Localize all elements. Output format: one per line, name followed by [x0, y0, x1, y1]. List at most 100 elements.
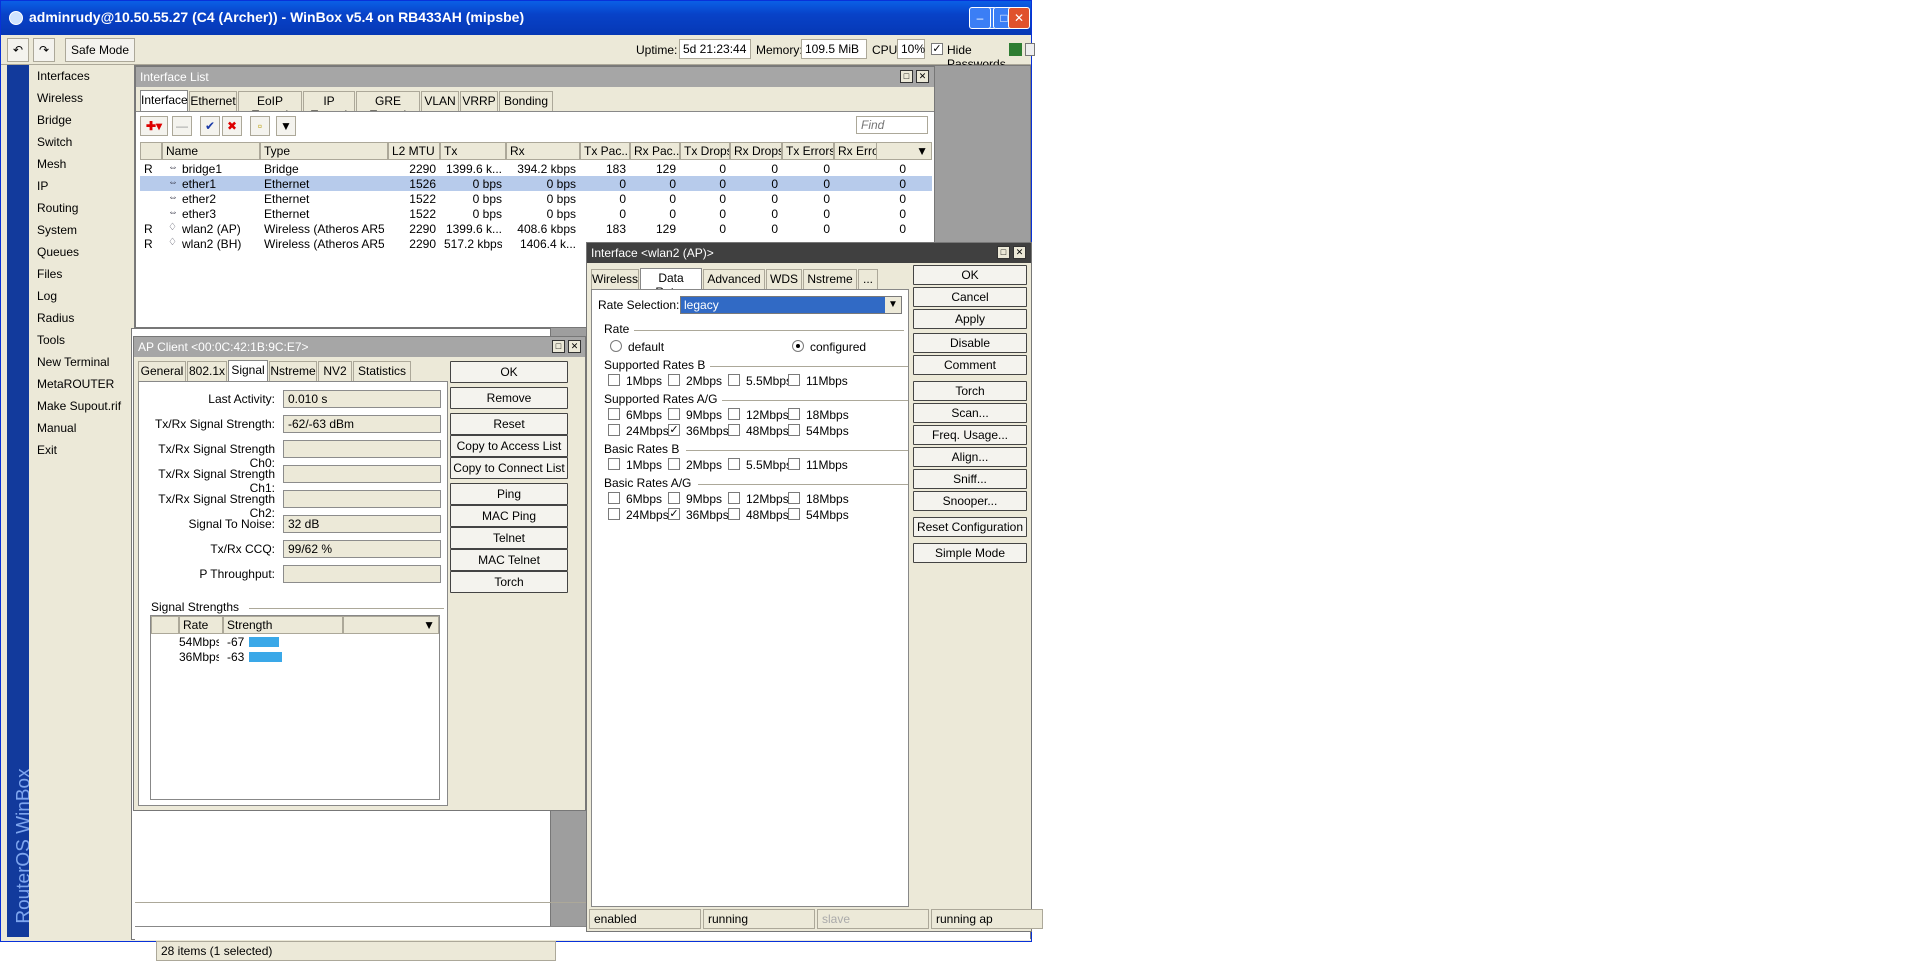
- comment-button[interactable]: Comment: [913, 355, 1027, 375]
- table-row[interactable]: ⇔ ether3 Ethernet 1522 0 bps 0 bps 0 0 0 0 0 0: [140, 206, 932, 221]
- hide-passwords-checkbox[interactable]: ✓: [931, 43, 943, 55]
- col-tx[interactable]: Tx: [440, 142, 506, 160]
- rate-checkbox[interactable]: [668, 458, 680, 470]
- rate-checkbox[interactable]: [608, 408, 620, 420]
- tab-signal[interactable]: Signal: [228, 360, 268, 381]
- rate-selection-select[interactable]: legacy ▼: [680, 296, 902, 314]
- rate-checkbox[interactable]: [788, 492, 800, 504]
- filter-icon[interactable]: ▼: [276, 116, 296, 136]
- rate-checkbox[interactable]: [728, 408, 740, 420]
- tab-wireless[interactable]: Wireless: [591, 269, 639, 289]
- col-type[interactable]: Type: [260, 142, 388, 160]
- minimize-btn[interactable]: –: [969, 7, 991, 29]
- mac-ping-button[interactable]: MAC Ping: [450, 505, 568, 527]
- sidebar-item-files[interactable]: Files: [29, 263, 129, 285]
- sidebar-item-bridge[interactable]: Bridge: [29, 109, 129, 131]
- rate-checkbox[interactable]: [728, 458, 740, 470]
- column-dropdown-icon[interactable]: ▼: [876, 142, 932, 160]
- tab-nv2[interactable]: NV2: [318, 361, 352, 381]
- freq-usage-button[interactable]: Freq. Usage...: [913, 425, 1027, 445]
- tab-vrrp[interactable]: VRRP: [460, 91, 498, 111]
- safe-mode-button[interactable]: Safe Mode: [65, 38, 135, 62]
- rate-checkbox[interactable]: [728, 424, 740, 436]
- rate-checkbox[interactable]: [788, 424, 800, 436]
- sidebar-item-log[interactable]: Log: [29, 285, 129, 307]
- telnet-button[interactable]: Telnet: [450, 527, 568, 549]
- comment-icon[interactable]: ▫: [250, 116, 270, 136]
- rate-checkbox[interactable]: [668, 408, 680, 420]
- rate-checkbox[interactable]: [608, 374, 620, 386]
- undo-icon[interactable]: ↶: [7, 38, 29, 62]
- rate-checkbox[interactable]: [788, 408, 800, 420]
- sidebar-item-exit[interactable]: Exit: [29, 439, 129, 461]
- col-tx-drops[interactable]: Tx Drops: [680, 142, 730, 160]
- col-rx-drops[interactable]: Rx Drops: [730, 142, 782, 160]
- add-icon[interactable]: ✚▾: [140, 116, 168, 136]
- tab-gre-tunnel[interactable]: GRE Tunnel: [356, 91, 420, 122]
- rate-checkbox[interactable]: [728, 374, 740, 386]
- col-l2-mtu[interactable]: L2 MTU: [388, 142, 440, 160]
- sidebar-item-new-terminal[interactable]: New Terminal: [29, 351, 129, 373]
- close-button[interactable]: ✕: [1008, 7, 1030, 29]
- mac-telnet-button[interactable]: MAC Telnet: [450, 549, 568, 571]
- sniff-button[interactable]: Sniff...: [913, 469, 1027, 489]
- maximize-icon[interactable]: □: [997, 246, 1010, 259]
- rate-checkbox[interactable]: [608, 424, 620, 436]
- enable-icon[interactable]: ✔: [200, 116, 220, 136]
- apply-button[interactable]: Apply: [913, 309, 1027, 329]
- col-tx-pac[interactable]: Tx Pac...: [580, 142, 630, 160]
- maximize-icon[interactable]: □: [900, 70, 913, 83]
- sidebar-item-queues[interactable]: Queues: [29, 241, 129, 263]
- tab-vlan[interactable]: VLAN: [421, 91, 459, 111]
- rate-configured-radio[interactable]: [792, 340, 804, 352]
- rate-checkbox[interactable]: [788, 508, 800, 520]
- dropdown-arrow-icon[interactable]: ▼: [885, 297, 901, 313]
- col-rx[interactable]: Rx: [506, 142, 580, 160]
- sidebar-item-tools[interactable]: Tools: [29, 329, 129, 351]
- ping-button[interactable]: Ping: [450, 483, 568, 505]
- remove-button[interactable]: Remove: [450, 387, 568, 409]
- disable-icon[interactable]: ✖: [222, 116, 242, 136]
- rate-checkbox[interactable]: [728, 508, 740, 520]
- redo-icon[interactable]: ↷: [33, 38, 55, 62]
- tab-802-1x[interactable]: 802.1x: [187, 361, 227, 381]
- col-rx-pac[interactable]: Rx Pac...: [630, 142, 680, 160]
- sidebar-item-switch[interactable]: Switch: [29, 131, 129, 153]
- find-input[interactable]: [856, 116, 928, 134]
- table-row[interactable]: ⇔ ether2 Ethernet 1522 0 bps 0 bps 0 0 0 0 0 0: [140, 191, 932, 206]
- rate-checkbox[interactable]: [668, 374, 680, 386]
- col-tx-errors[interactable]: Tx Errors: [782, 142, 834, 160]
- reset-button[interactable]: Reset: [450, 413, 568, 435]
- tab-ethernet[interactable]: Ethernet: [189, 91, 237, 111]
- rate-checkbox[interactable]: [608, 508, 620, 520]
- simple-mode-button[interactable]: Simple Mode: [913, 543, 1027, 563]
- remove-icon[interactable]: —: [172, 116, 192, 136]
- ok-button[interactable]: OK: [913, 265, 1027, 285]
- torch-button[interactable]: Torch: [450, 571, 568, 593]
- tab-interface[interactable]: Interface: [140, 90, 188, 111]
- rate-default-radio[interactable]: [610, 340, 622, 352]
- tab-eoip-tunnel[interactable]: EoIP Tunnel: [238, 91, 302, 122]
- snooper-button[interactable]: Snooper...: [913, 491, 1027, 511]
- rate-checkbox[interactable]: [788, 374, 800, 386]
- table-row[interactable]: 36Mbps -63: [151, 650, 439, 665]
- tab-[interactable]: ...: [858, 269, 878, 289]
- disable-button[interactable]: Disable: [913, 333, 1027, 353]
- cancel-button[interactable]: Cancel: [913, 287, 1027, 307]
- table-row[interactable]: R ⇔ bridge1 Bridge 2290 1399.6 k... 394.2 kbps…: [140, 161, 932, 176]
- tab-wds[interactable]: WDS: [766, 269, 802, 289]
- reset-configuration-button[interactable]: Reset Configuration: [913, 517, 1027, 537]
- sidebar-item-system[interactable]: System: [29, 219, 129, 241]
- tab-advanced[interactable]: Advanced: [703, 269, 765, 289]
- sidebar-item-ip[interactable]: IP: [29, 175, 129, 197]
- close-icon[interactable]: ✕: [916, 70, 929, 83]
- close-icon[interactable]: ✕: [1013, 246, 1026, 259]
- tab-statistics[interactable]: Statistics: [353, 361, 411, 381]
- col-strength[interactable]: Strength: [223, 616, 343, 634]
- rate-checkbox[interactable]: [608, 458, 620, 470]
- tab-nstreme[interactable]: Nstreme: [803, 269, 857, 289]
- align-button[interactable]: Align...: [913, 447, 1027, 467]
- copy-to-connect-list-button[interactable]: Copy to Connect List: [450, 457, 568, 479]
- torch-button[interactable]: Torch: [913, 381, 1027, 401]
- ok-button[interactable]: OK: [450, 361, 568, 383]
